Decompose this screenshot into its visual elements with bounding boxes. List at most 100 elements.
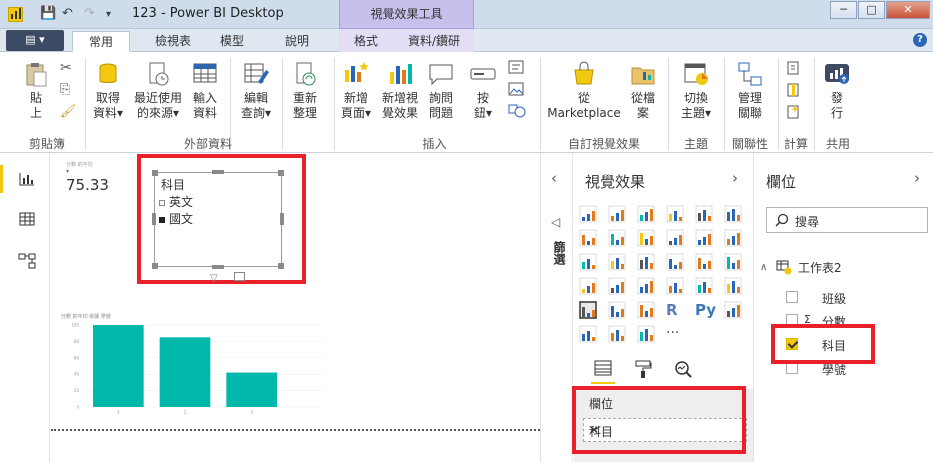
tab-data-drill[interactable]: 資料/鑽研 — [398, 31, 470, 52]
new-visual-button[interactable]: 新增視 覺效果 — [378, 60, 422, 121]
100-bar-icon[interactable] — [695, 205, 713, 223]
new-measure-icon[interactable] — [786, 60, 802, 76]
recent-sources-button[interactable]: 最近使用 的來源▾ — [131, 60, 185, 121]
field-checkbox[interactable] — [786, 291, 798, 303]
bar-1[interactable] — [93, 325, 144, 407]
quick-measure-icon[interactable] — [786, 104, 802, 120]
filter-icon[interactable]: ▽ — [210, 273, 218, 284]
tab-modeling[interactable]: 模型 — [208, 31, 256, 52]
stacked-column-icon[interactable] — [608, 205, 626, 223]
copy-icon[interactable]: ⎘ — [60, 82, 70, 97]
chevron-right-icon[interactable]: › — [914, 169, 920, 187]
tab-help[interactable]: 說明 — [272, 31, 322, 52]
save-icon[interactable]: 💾 — [40, 6, 56, 21]
redo-icon[interactable]: ↷ — [84, 6, 95, 21]
pie-chart-icon[interactable] — [637, 253, 655, 271]
view-switcher-rail — [0, 153, 50, 462]
network-visual-icon[interactable] — [637, 325, 655, 343]
line-column-icon[interactable] — [666, 229, 684, 247]
chevron-right-icon[interactable]: › — [732, 169, 738, 187]
kpi-icon[interactable] — [724, 277, 742, 295]
multirow-card-icon[interactable] — [695, 277, 713, 295]
area-chart-icon[interactable] — [608, 229, 626, 247]
paste-button[interactable]: 貼上 — [22, 60, 50, 121]
ask-question-button[interactable]: 詢問 問題 — [424, 60, 458, 121]
slicer-icon[interactable] — [579, 301, 597, 319]
ribbon-chart-icon[interactable] — [724, 229, 742, 247]
matrix-icon[interactable] — [637, 301, 655, 319]
line-chart-icon[interactable] — [579, 229, 597, 247]
scatter-icon[interactable] — [608, 253, 626, 271]
chevron-left-icon[interactable]: ‹ — [551, 169, 557, 187]
buttons-button[interactable]: 按鈕▾ — [466, 60, 500, 121]
cut-icon[interactable]: ✂ — [60, 60, 72, 76]
filter-pane-icon[interactable]: ◁ — [551, 215, 560, 229]
close-button[interactable]: ✕ — [886, 1, 930, 19]
table-visual-icon[interactable] — [608, 301, 626, 319]
enter-data-button[interactable]: 輸入 資料 — [188, 60, 222, 121]
line-clustered-icon[interactable] — [695, 229, 713, 247]
undo-icon[interactable]: ↶ — [62, 6, 73, 21]
100-column-icon[interactable] — [724, 205, 742, 223]
bar-3[interactable] — [226, 372, 277, 407]
tab-home[interactable]: 常用 — [72, 31, 130, 52]
format-paint-roller-icon[interactable] — [634, 359, 652, 379]
minimize-button[interactable]: ─ — [830, 1, 857, 19]
shapes-icon[interactable] — [508, 104, 528, 118]
gauge-icon[interactable] — [637, 277, 655, 295]
format-painter-icon[interactable]: 🖌 — [60, 104, 77, 119]
fish-visual-icon[interactable] — [608, 325, 626, 343]
refresh-button[interactable]: 重新 整理 — [287, 60, 323, 121]
donut-chart-icon[interactable] — [666, 253, 684, 271]
map-icon[interactable] — [724, 253, 742, 271]
publish-button[interactable]: 發行 — [820, 60, 854, 121]
text-box-icon[interactable] — [508, 60, 524, 74]
edit-queries-button[interactable]: 編輯 查詢▾ — [238, 60, 274, 121]
waterfall-icon[interactable] — [579, 253, 597, 271]
report-view-icon[interactable] — [18, 171, 36, 187]
filled-map-icon[interactable] — [579, 277, 597, 295]
bar-chart[interactable]: 分數 的平均 依據 學號 0 20 40 60 80 100 1 2 3 — [61, 311, 331, 417]
report-canvas[interactable]: 分數 的平均 ▾ 75.33 科目 英文 國文 ▽ 分數 的平均 依據 學號 0 2… — [51, 153, 540, 462]
card-icon[interactable] — [666, 277, 684, 295]
tab-view[interactable]: 檢視表 — [143, 31, 203, 52]
from-file-button[interactable]: 從檔案 — [626, 60, 660, 121]
customize-toolbar-icon[interactable]: ▾ — [106, 9, 111, 20]
manage-relationships-button[interactable]: 管理 關聯 — [730, 60, 770, 121]
image-icon[interactable] — [508, 82, 524, 96]
more-visuals-icon[interactable]: ··· — [666, 325, 684, 343]
filters-collapsed-strip[interactable]: ‹ ◁ 篩選 — [541, 153, 573, 462]
tab-format[interactable]: 格式 — [344, 31, 388, 52]
highlight-box-field-well — [572, 386, 746, 454]
clustered-column-icon[interactable] — [666, 205, 684, 223]
search-input[interactable]: 搜尋 — [766, 207, 928, 233]
maximize-button[interactable]: □ — [858, 1, 885, 19]
analytics-magnifier-icon[interactable] — [673, 359, 693, 379]
expand-chevron-icon[interactable]: ∧ — [760, 262, 767, 273]
new-column-icon[interactable] — [786, 82, 802, 98]
funnel-icon[interactable] — [608, 277, 626, 295]
arcgis-icon[interactable] — [724, 301, 742, 319]
new-page-button[interactable]: 新增 頁面▾ — [337, 60, 375, 121]
data-view-icon[interactable] — [18, 211, 36, 227]
card-dropdown-icon[interactable]: ▾ — [66, 168, 69, 175]
treemap-icon[interactable] — [695, 253, 713, 271]
table-node[interactable]: ∧ 工作表2 — [760, 259, 842, 275]
switch-theme-button[interactable]: 切換 主題▾ — [674, 60, 718, 121]
stacked-bar-icon[interactable] — [579, 205, 597, 223]
r-visual-icon[interactable]: R — [666, 301, 684, 319]
fields-tab-icon[interactable] — [593, 359, 613, 377]
help-icon[interactable]: ? — [913, 33, 927, 47]
clustered-bar-icon[interactable] — [637, 205, 655, 223]
get-data-button[interactable]: 取得 資料▾ — [88, 60, 128, 121]
python-visual-icon[interactable]: Py — [695, 301, 716, 319]
from-marketplace-button[interactable]: 從 Marketplace — [545, 60, 623, 121]
focus-mode-icon[interactable] — [234, 272, 245, 281]
file-menu-button[interactable]: ▤ ▾ — [6, 30, 64, 51]
group-share-label: 共用 — [825, 137, 850, 151]
bar-2[interactable] — [159, 337, 211, 407]
clock-visual-icon[interactable] — [579, 325, 597, 343]
y-tick-label: 100 — [71, 323, 79, 328]
stacked-area-icon[interactable] — [637, 229, 655, 247]
model-view-icon[interactable] — [18, 253, 36, 269]
